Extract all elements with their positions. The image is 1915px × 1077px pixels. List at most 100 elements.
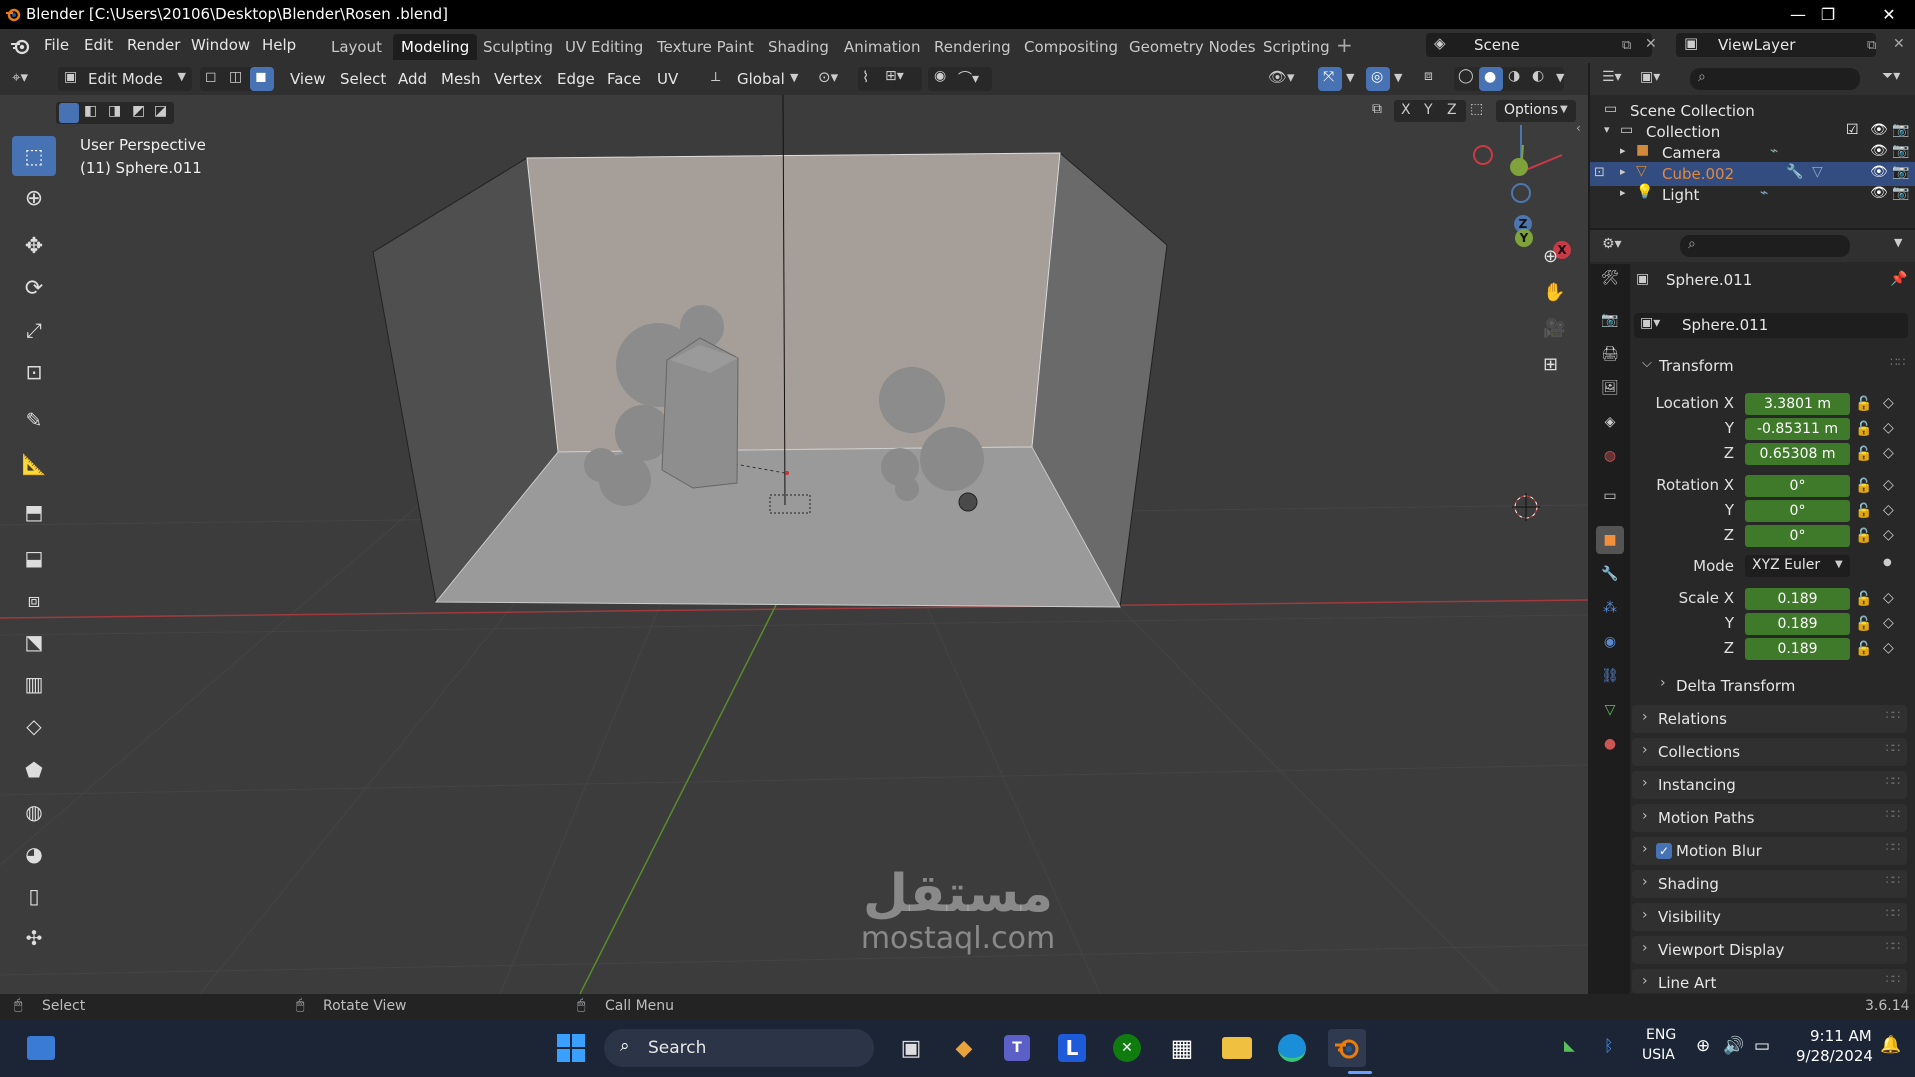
mirror-x-toggle[interactable]: X: [1401, 102, 1411, 118]
chevron-right-icon[interactable]: ▸: [1620, 186, 1626, 199]
vertex-select-icon[interactable]: ◻: [205, 69, 217, 85]
tab-rendering[interactable]: Rendering: [926, 34, 1019, 60]
delete-scene-icon[interactable]: ✕: [1645, 36, 1657, 52]
material-shading-icon[interactable]: ◑: [1508, 68, 1520, 84]
navigation-gizmo[interactable]: [1473, 125, 1563, 203]
keyframe-icon[interactable]: ◇: [1883, 395, 1894, 411]
language-eng[interactable]: ENG: [1646, 1027, 1676, 1043]
display-mode-icon[interactable]: ▣▾: [1640, 69, 1660, 85]
store-icon[interactable]: ▦: [1163, 1029, 1201, 1067]
select-invert-icon[interactable]: ◩: [132, 103, 145, 119]
tool-transform[interactable]: ⊡: [12, 352, 56, 392]
chevron-down-icon[interactable]: ▼: [1894, 236, 1902, 249]
rotation-z-field[interactable]: 0°: [1745, 525, 1850, 547]
tool-extrude[interactable]: ⬓: [12, 538, 56, 578]
rotation-y-field[interactable]: 0°: [1745, 500, 1850, 522]
teams-icon[interactable]: T: [998, 1029, 1036, 1067]
gizmo-y-axis[interactable]: Y: [1515, 229, 1533, 247]
eye-icon[interactable]: 👁: [1870, 164, 1888, 180]
pin-icon[interactable]: 📌: [1890, 271, 1907, 287]
tool-move[interactable]: ✥: [12, 226, 56, 266]
tab-modifiers[interactable]: 🔧: [1596, 560, 1624, 588]
drag-grip-icon[interactable]: ∷∷: [1886, 873, 1900, 887]
gizmo-toggle-button[interactable]: ⤧: [1318, 67, 1342, 91]
tool-spin[interactable]: ◍: [12, 792, 56, 832]
battery-icon[interactable]: ▭: [1754, 1036, 1770, 1056]
tool-scale[interactable]: ⤢: [12, 310, 56, 350]
filter-icon[interactable]: ⏷▾: [1882, 68, 1900, 84]
tab-data[interactable]: ▽: [1596, 696, 1624, 724]
menu-mesh[interactable]: Mesh: [441, 70, 481, 88]
object-datablock-field[interactable]: ▣▾ Sphere.011: [1634, 313, 1908, 338]
tool-cursor[interactable]: ⊕: [12, 178, 56, 218]
face-select-button[interactable]: ◼: [250, 67, 274, 91]
solid-shading-button[interactable]: ●: [1479, 67, 1503, 91]
keyframe-icon[interactable]: ◇: [1883, 590, 1894, 606]
falloff-icon[interactable]: ⌒▾: [958, 68, 979, 88]
sphere-011-selected[interactable]: [958, 492, 978, 512]
tab-sculpting[interactable]: Sculpting: [475, 34, 561, 60]
orientation-selector[interactable]: Global: [737, 70, 785, 88]
menu-face[interactable]: Face: [607, 70, 641, 88]
exclude-checkbox[interactable]: ☑: [1846, 122, 1859, 138]
tab-output[interactable]: 🖨: [1596, 340, 1624, 368]
3d-viewport[interactable]: Z X Y User Perspective (11) Sphere.011 ◧…: [0, 95, 1588, 994]
ortho-grid-icon[interactable]: ⊞: [1543, 354, 1558, 375]
eye-icon[interactable]: 👁: [1870, 185, 1888, 201]
tool-smooth[interactable]: ◕: [12, 834, 56, 874]
mirror-z-toggle[interactable]: Z: [1447, 102, 1457, 118]
scale-y-field[interactable]: 0.189: [1745, 613, 1850, 635]
drag-grip-icon[interactable]: ∷∷: [1886, 741, 1900, 755]
lock-icon[interactable]: 🔓: [1855, 478, 1872, 494]
tool-knife[interactable]: ◇: [12, 706, 56, 746]
viewport-canvas[interactable]: [0, 95, 1588, 994]
clock-time[interactable]: 9:11 AM: [1810, 1027, 1872, 1045]
menu-vertex[interactable]: Vertex: [494, 70, 542, 88]
add-workspace-button[interactable]: +: [1336, 33, 1353, 57]
menu-add[interactable]: Add: [398, 70, 427, 88]
3d-cursor-icon[interactable]: [1512, 493, 1540, 521]
tool-bevel[interactable]: ⬔: [12, 622, 56, 662]
menu-file[interactable]: File: [44, 36, 69, 54]
tool-poly-build[interactable]: ⬟: [12, 750, 56, 790]
panel-shading[interactable]: › Shading ∷∷: [1632, 870, 1907, 898]
bluetooth-icon[interactable]: ᛒ: [1604, 1036, 1614, 1055]
overlay-toggle-button[interactable]: ◎: [1366, 67, 1390, 91]
delta-transform-subpanel[interactable]: › Delta Transform: [1650, 672, 1900, 698]
chevron-down-icon[interactable]: ▾: [1604, 123, 1610, 136]
chevron-down-icon[interactable]: ▼: [1394, 71, 1402, 84]
light-data-icon[interactable]: ⌁: [1760, 185, 1768, 201]
l-app-icon[interactable]: L: [1053, 1029, 1091, 1067]
eye-icon[interactable]: 👁: [1870, 143, 1888, 159]
panel-relations[interactable]: › Relations ∷∷: [1632, 705, 1907, 733]
modifier-icon[interactable]: 🔧: [1786, 164, 1803, 180]
new-scene-icon[interactable]: ⧉: [1622, 38, 1631, 53]
notification-bell-icon[interactable]: 🔔: [1880, 1035, 1901, 1055]
scene-selector[interactable]: Scene ◈: [1426, 33, 1652, 57]
drag-grip-icon[interactable]: ∷∷: [1886, 972, 1900, 986]
close-button[interactable]: ✕: [1866, 0, 1912, 29]
auto-merge-icon[interactable]: ⬚: [1470, 101, 1483, 117]
lock-icon[interactable]: 🔓: [1855, 446, 1872, 462]
panel-line-art[interactable]: › Line Art ∷∷: [1632, 969, 1907, 993]
rotation-mode-dropdown[interactable]: XYZ Euler ▼: [1745, 555, 1850, 577]
tab-shading[interactable]: Shading: [760, 34, 837, 60]
properties-search-input[interactable]: ⌕: [1680, 235, 1850, 257]
rotation-x-field[interactable]: 0°: [1745, 475, 1850, 497]
rendered-shading-icon[interactable]: ◐: [1532, 68, 1544, 84]
object-select-icon[interactable]: ⊡: [1594, 165, 1605, 180]
menu-help[interactable]: Help: [262, 36, 296, 54]
lock-icon[interactable]: 🔓: [1855, 396, 1872, 412]
panel-viewport-display[interactable]: › Viewport Display ∷∷: [1632, 936, 1907, 964]
camera-view-icon[interactable]: 🎥: [1543, 318, 1565, 339]
tab-tool[interactable]: 🛠: [1596, 264, 1624, 292]
widgets-icon[interactable]: [22, 1029, 60, 1067]
taskbar-search[interactable]: ⌕ Search: [604, 1029, 874, 1067]
tab-physics[interactable]: ◉: [1596, 628, 1624, 656]
pan-hand-icon[interactable]: ✋: [1543, 282, 1565, 303]
keyframe-icon[interactable]: ◇: [1883, 445, 1894, 461]
tab-world[interactable]: ◍: [1596, 442, 1624, 470]
drag-grip-icon[interactable]: ∷∷: [1886, 708, 1900, 722]
menu-view[interactable]: View: [290, 70, 326, 88]
render-camera-icon[interactable]: 📷: [1892, 143, 1909, 159]
